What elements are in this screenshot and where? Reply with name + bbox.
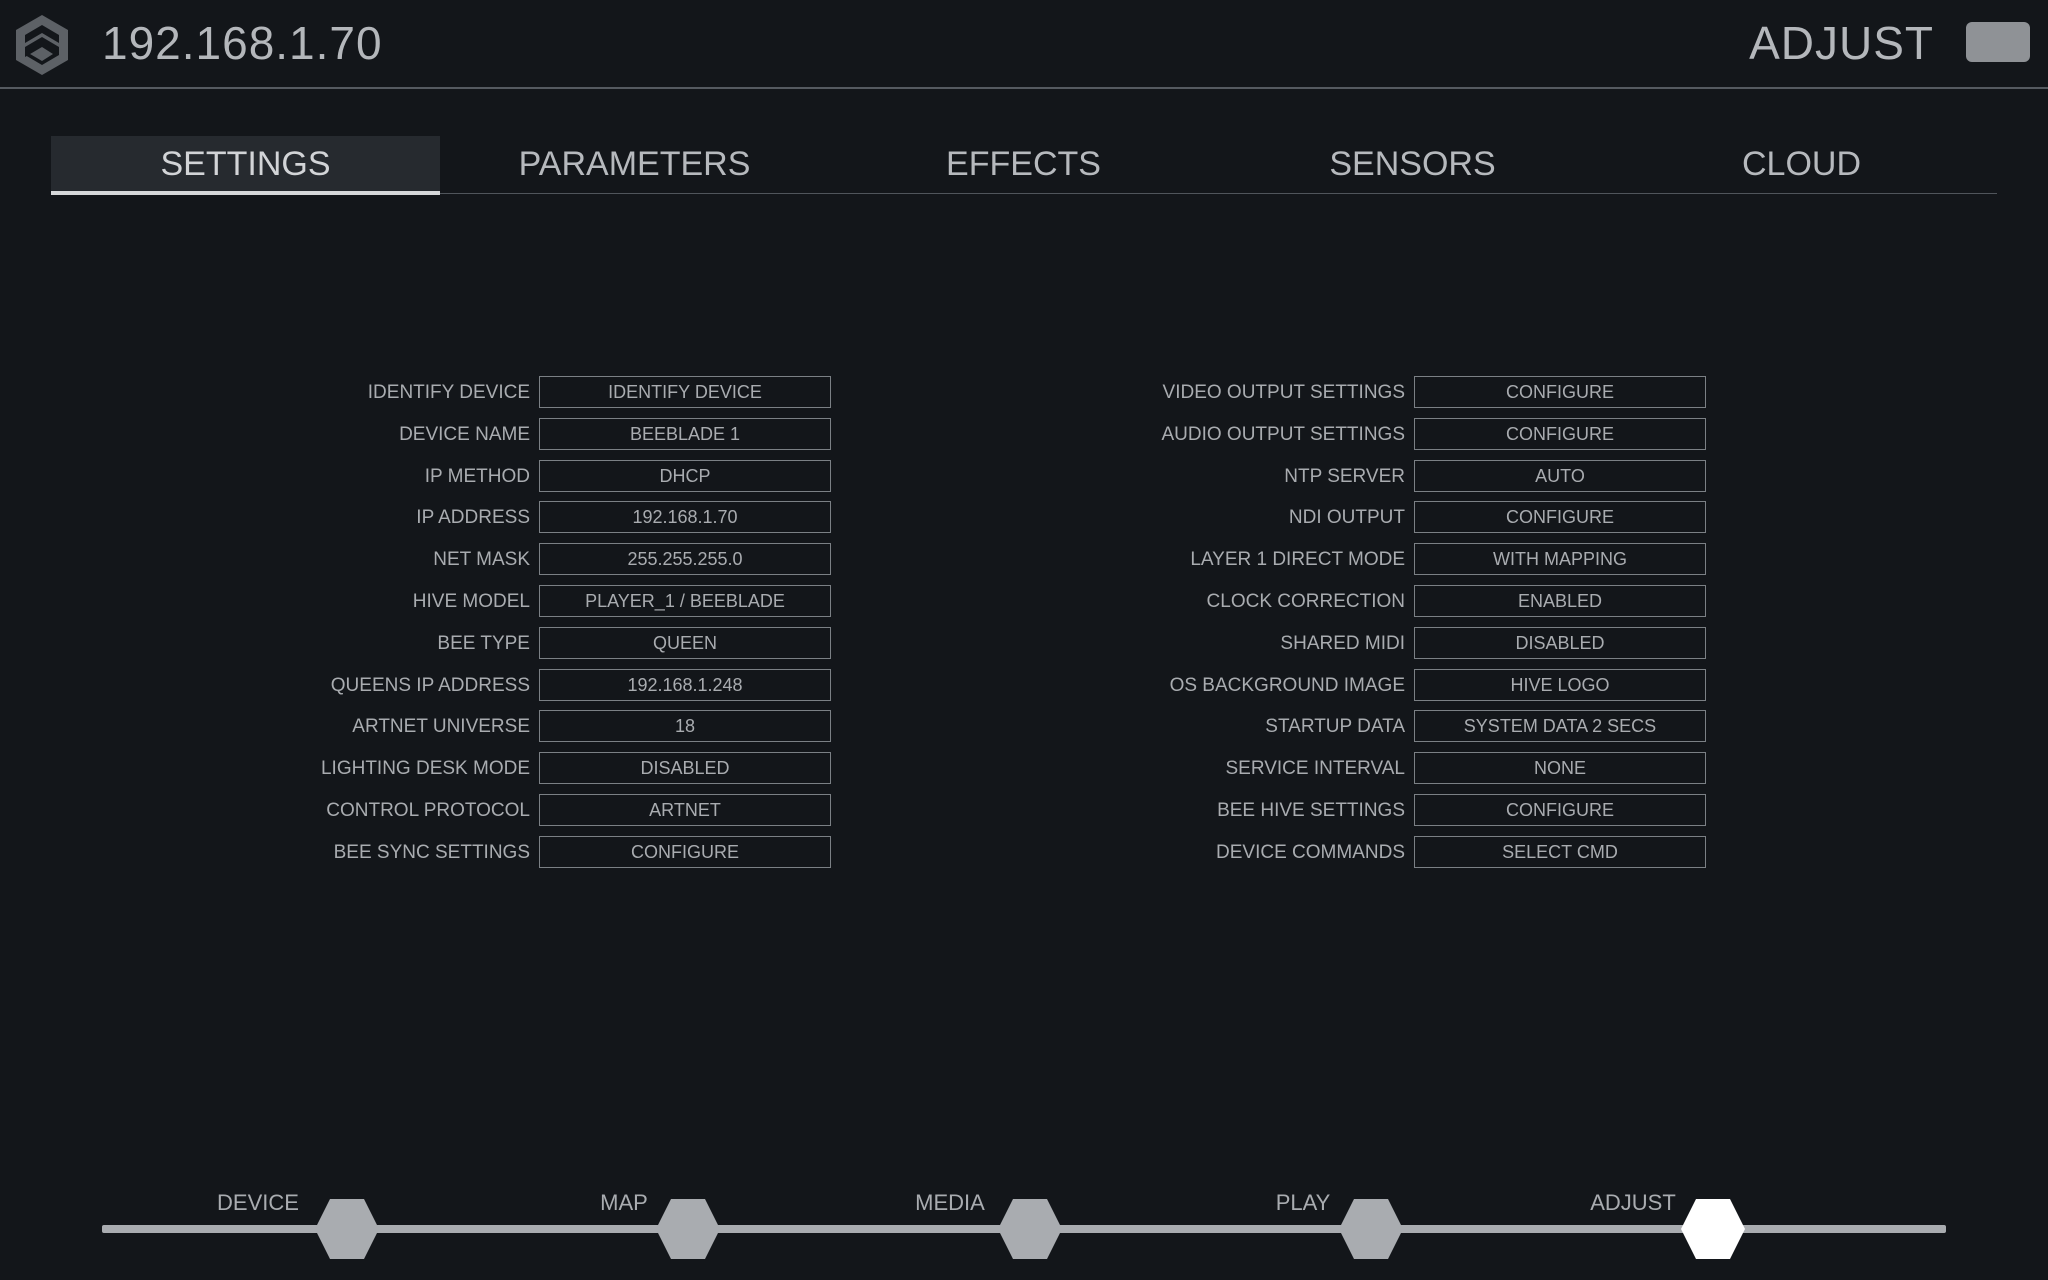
device-ip-title: 192.168.1.70 — [102, 17, 383, 69]
settings-row: CLOCK CORRECTION ENABLED — [0, 585, 2048, 619]
setting-label: VIDEO OUTPUT SETTINGS — [1162, 382, 1405, 403]
workflow-step-label: MEDIA — [915, 1190, 985, 1215]
settings-row: NDI OUTPUT CONFIGURE — [0, 501, 2048, 535]
setting-value-button[interactable]: HIVE LOGO — [1414, 669, 1706, 701]
hexagon-icon[interactable] — [997, 1198, 1063, 1260]
hexagon-icon[interactable] — [655, 1198, 721, 1260]
tab-parameters[interactable]: PARAMETERS — [440, 136, 829, 193]
tab-cloud[interactable]: CLOUD — [1607, 136, 1996, 193]
setting-value-button[interactable]: SYSTEM DATA 2 SECS — [1414, 710, 1706, 742]
tab-bar: SETTINGS PARAMETERS EFFECTS SENSORS CLOU… — [51, 136, 1997, 195]
settings-row: STARTUP DATA SYSTEM DATA 2 SECS — [0, 710, 2048, 744]
setting-label: AUDIO OUTPUT SETTINGS — [1161, 424, 1405, 445]
setting-value-button[interactable]: DISABLED — [1414, 627, 1706, 659]
setting-label: SERVICE INTERVAL — [1225, 758, 1405, 779]
hexagon-icon[interactable] — [314, 1198, 380, 1260]
tab-settings[interactable]: SETTINGS — [51, 136, 440, 195]
settings-row: VIDEO OUTPUT SETTINGS CONFIGURE — [0, 376, 2048, 410]
setting-label: CLOCK CORRECTION — [1206, 591, 1405, 612]
mode-title: ADJUST — [1749, 17, 1934, 69]
setting-value-button[interactable]: CONFIGURE — [1414, 794, 1706, 826]
settings-row: DEVICE COMMANDS SELECT CMD — [0, 836, 2048, 870]
setting-value-button[interactable]: NONE — [1414, 752, 1706, 784]
setting-label: OS BACKGROUND IMAGE — [1169, 675, 1405, 696]
setting-label: BEE HIVE SETTINGS — [1217, 800, 1405, 821]
settings-row: SERVICE INTERVAL NONE — [0, 752, 2048, 786]
tab-sensors[interactable]: SENSORS — [1218, 136, 1607, 193]
hexagon-icon[interactable] — [1338, 1198, 1404, 1260]
workflow-step-label: PLAY — [1275, 1190, 1331, 1215]
hive-logo-icon — [16, 15, 68, 75]
setting-value-button[interactable]: WITH MAPPING — [1414, 543, 1706, 575]
tab-effects[interactable]: EFFECTS — [829, 136, 1218, 193]
setting-value-button[interactable]: CONFIGURE — [1414, 418, 1706, 450]
setting-label: DEVICE COMMANDS — [1216, 842, 1405, 863]
setting-label: SHARED MIDI — [1280, 633, 1405, 654]
setting-value-button[interactable]: CONFIGURE — [1414, 376, 1706, 408]
hexagon-icon[interactable] — [1680, 1198, 1746, 1260]
workflow-step-label: MAP — [600, 1190, 648, 1215]
settings-row: NTP SERVER AUTO — [0, 460, 2048, 494]
setting-label: NDI OUTPUT — [1288, 507, 1405, 528]
settings-row: LAYER 1 DIRECT MODE WITH MAPPING — [0, 543, 2048, 577]
setting-label: NTP SERVER — [1284, 466, 1405, 487]
setting-value-button[interactable]: CONFIGURE — [1414, 501, 1706, 533]
settings-row: BEE HIVE SETTINGS CONFIGURE — [0, 794, 2048, 828]
top-bar: 192.168.1.70 ADJUST — [0, 0, 2048, 89]
workflow-step-label: ADJUST — [1590, 1190, 1676, 1215]
setting-label: LAYER 1 DIRECT MODE — [1190, 549, 1405, 570]
mode-toggle-button[interactable] — [1966, 22, 2030, 62]
settings-row: SHARED MIDI DISABLED — [0, 627, 2048, 661]
setting-value-button[interactable]: SELECT CMD — [1414, 836, 1706, 868]
setting-value-button[interactable]: AUTO — [1414, 460, 1706, 492]
setting-label: STARTUP DATA — [1265, 716, 1405, 737]
settings-row: AUDIO OUTPUT SETTINGS CONFIGURE — [0, 418, 2048, 452]
workflow-step-label: DEVICE — [217, 1190, 299, 1215]
settings-row: OS BACKGROUND IMAGE HIVE LOGO — [0, 669, 2048, 703]
setting-value-button[interactable]: ENABLED — [1414, 585, 1706, 617]
